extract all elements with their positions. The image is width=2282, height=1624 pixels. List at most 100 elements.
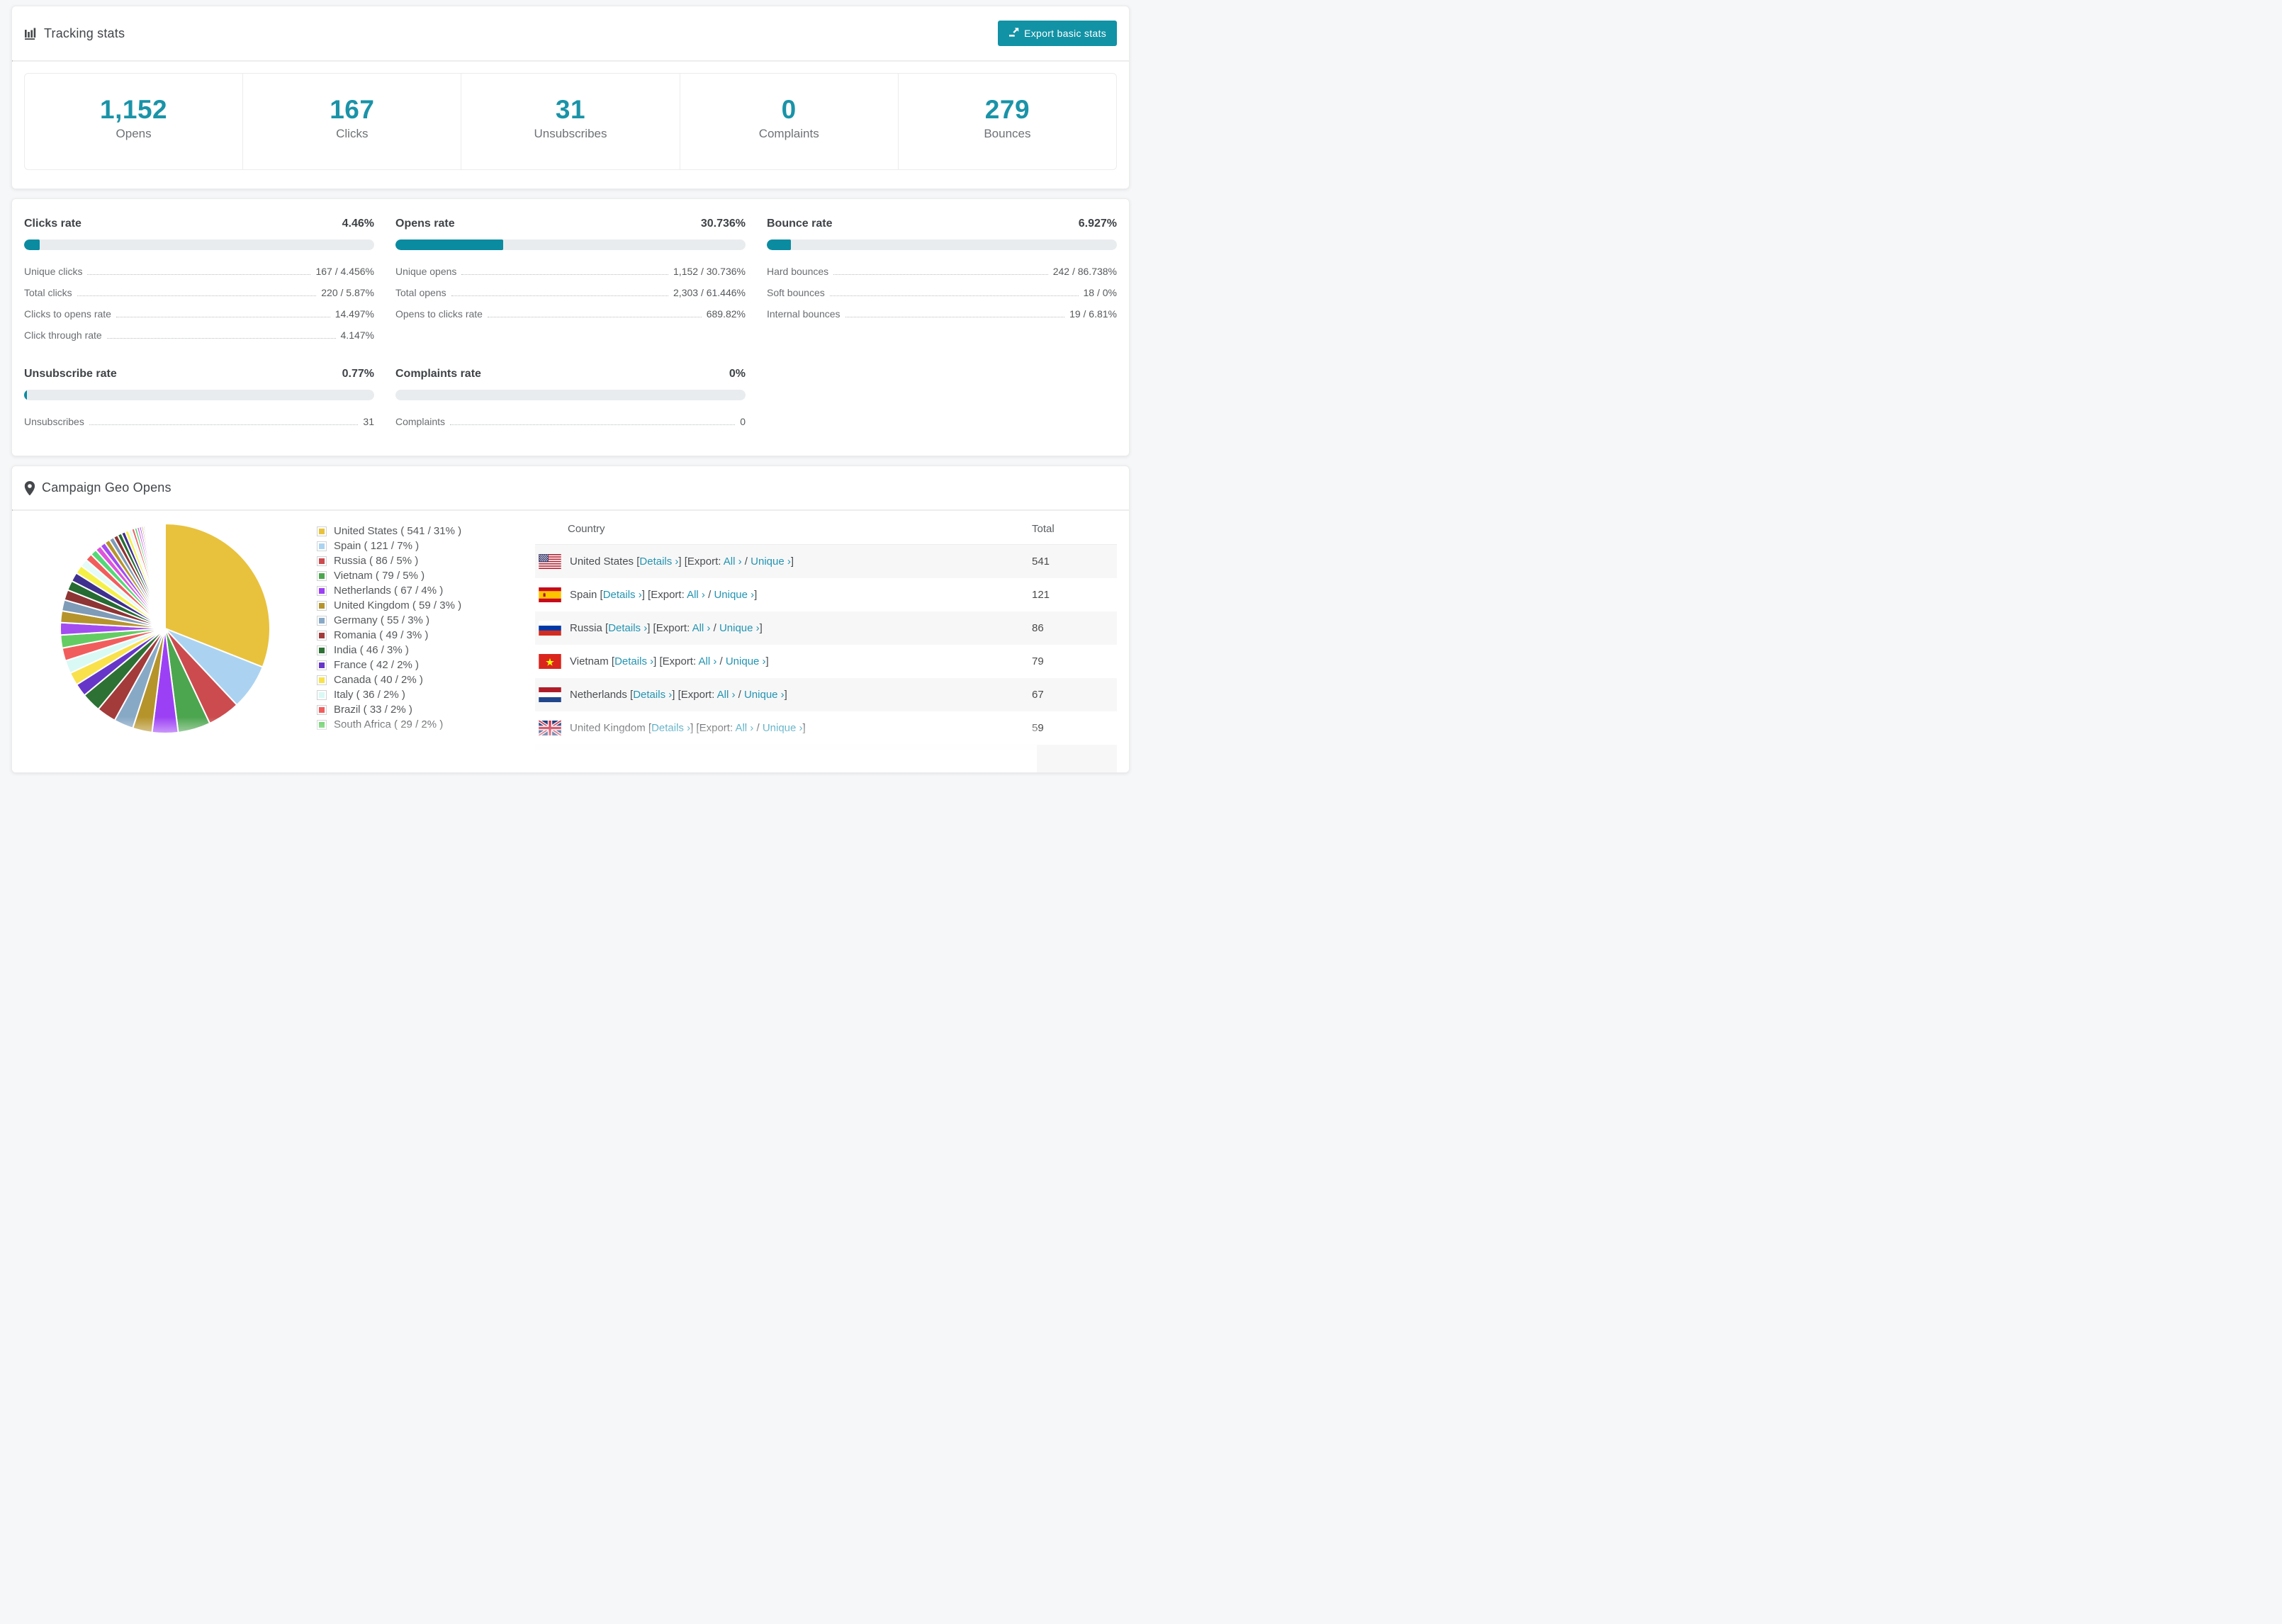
table-row-spain: Spain [Details ›] [Export: All › / Uniqu… bbox=[535, 578, 1117, 611]
export-unique-link[interactable]: Unique › bbox=[714, 589, 754, 601]
geo-table-header: Country Total bbox=[535, 514, 1117, 545]
legend-swatch bbox=[317, 630, 327, 641]
rate-title: Unsubscribe rate bbox=[24, 368, 117, 380]
country-links: United Kingdom [Details ›] [Export: All … bbox=[570, 722, 806, 734]
summary-value-complaints: 0 bbox=[781, 95, 797, 124]
export-all-link[interactable]: All › bbox=[687, 589, 705, 601]
rate-rows: Unsubscribes 31 bbox=[24, 416, 374, 427]
map-pin-icon bbox=[24, 480, 35, 495]
rate-row-complaints: Complaints 0 bbox=[395, 416, 746, 427]
legend-item-united-states: United States ( 541 / 31% ) bbox=[317, 524, 495, 538]
summary-cell-bounces: 279 Bounces bbox=[899, 74, 1116, 169]
details-link[interactable]: Details › bbox=[603, 589, 642, 601]
legend-item-india: India ( 46 / 3% ) bbox=[317, 643, 495, 658]
export-prefix: Export: bbox=[687, 556, 724, 568]
total-cell: 59 bbox=[1032, 722, 1044, 734]
summary-value-opens: 1,152 bbox=[100, 95, 168, 124]
rate-title: Clicks rate bbox=[24, 218, 82, 230]
table-row-vietnam: Vietnam [Details ›] [Export: All › / Uni… bbox=[535, 645, 1117, 678]
tracking-stats-body: 1,152 Opens 167 Clicks 31 Unsubscribes 0 Compla… bbox=[12, 62, 1129, 188]
export-prefix: Export: bbox=[699, 722, 736, 734]
legend-label: France ( 42 / 2% ) bbox=[334, 659, 420, 671]
dotted-leader bbox=[77, 295, 317, 296]
progress-bar-fill bbox=[24, 239, 40, 250]
rate-row-label: Hard bounces bbox=[767, 266, 829, 277]
table-row-partial bbox=[535, 745, 1117, 772]
details-link[interactable]: Details › bbox=[651, 722, 690, 734]
country-cell bbox=[535, 754, 1032, 769]
legend-item-russia: Russia ( 86 / 5% ) bbox=[317, 553, 495, 568]
summary-label-opens: Opens bbox=[116, 127, 152, 140]
rate-row-click-through-rate: Click through rate 4.147% bbox=[24, 329, 374, 341]
legend-item-france: France ( 42 / 2% ) bbox=[317, 658, 495, 672]
export-all-link[interactable]: All › bbox=[717, 689, 736, 701]
legend-item-spain: Spain ( 121 / 7% ) bbox=[317, 538, 495, 553]
rate-row-total-opens: Total opens 2,303 / 61.446% bbox=[395, 287, 746, 298]
total-cell: 67 bbox=[1032, 689, 1044, 701]
rate-row-value: 0 bbox=[740, 416, 746, 427]
russia-flag-icon bbox=[539, 621, 561, 636]
tracking-stats-page: Tracking stats Export basic stats 1,152 O… bbox=[0, 0, 1141, 773]
rate-row-label: Opens to clicks rate bbox=[395, 308, 483, 320]
geo-pie-chart bbox=[59, 522, 271, 735]
rate-row-value: 220 / 5.87% bbox=[321, 287, 374, 298]
export-unique-link[interactable]: Unique › bbox=[719, 622, 760, 634]
rate-row-label: Total opens bbox=[395, 287, 446, 298]
rate-row-value: 19 / 6.81% bbox=[1069, 308, 1117, 320]
rate-row-unique-clicks: Unique clicks 167 / 4.456% bbox=[24, 266, 374, 277]
rate-row-label: Complaints bbox=[395, 416, 446, 427]
rates-card: Clicks rate 4.46% Unique clicks 167 / 4.456… bbox=[11, 198, 1130, 456]
export-all-link[interactable]: All › bbox=[735, 722, 753, 734]
legend-item-netherlands: Netherlands ( 67 / 4% ) bbox=[317, 583, 495, 598]
legend-swatch bbox=[317, 526, 327, 536]
export-unique-link[interactable]: Unique › bbox=[763, 722, 803, 734]
rate-rows: Unique opens 1,152 / 30.736% Total opens 2,… bbox=[395, 266, 746, 320]
legend-swatch bbox=[317, 689, 327, 700]
rates-grid: Clicks rate 4.46% Unique clicks 167 / 4.456… bbox=[12, 199, 1129, 456]
legend-label: United Kingdom ( 59 / 3% ) bbox=[334, 599, 462, 611]
rate-value: 4.46% bbox=[342, 218, 374, 230]
export-all-link[interactable]: All › bbox=[692, 622, 711, 634]
dotted-leader bbox=[89, 424, 359, 425]
export-button-label: Export basic stats bbox=[1024, 28, 1106, 39]
export-prefix: Export: bbox=[656, 622, 692, 634]
legend-item-vietnam: Vietnam ( 79 / 5% ) bbox=[317, 568, 495, 583]
rate-head: Unsubscribe rate 0.77% bbox=[24, 368, 374, 380]
export-unique-link[interactable]: Unique › bbox=[726, 655, 766, 667]
rate-row-label: Total clicks bbox=[24, 287, 72, 298]
summary-value-clicks: 167 bbox=[330, 95, 375, 124]
rate-row-value: 2,303 / 61.446% bbox=[673, 287, 746, 298]
legend-label: India ( 46 / 3% ) bbox=[334, 644, 409, 656]
column-header-total: Total bbox=[1032, 523, 1055, 535]
legend-swatch bbox=[317, 675, 327, 685]
rate-rows: Complaints 0 bbox=[395, 416, 746, 427]
country-cell: United Kingdom [Details ›] [Export: All … bbox=[535, 721, 1032, 735]
legend-item-germany: Germany ( 55 / 3% ) bbox=[317, 613, 495, 628]
legend-swatch bbox=[317, 615, 327, 626]
table-row-russia: Russia [Details ›] [Export: All › / Uniq… bbox=[535, 611, 1117, 645]
legend-label: Germany ( 55 / 3% ) bbox=[334, 614, 430, 626]
rate-row-total-clicks: Total clicks 220 / 5.87% bbox=[24, 287, 374, 298]
column-header-country: Country bbox=[568, 523, 605, 535]
details-link[interactable]: Details › bbox=[633, 689, 672, 701]
details-link[interactable]: Details › bbox=[608, 622, 647, 634]
export-unique-link[interactable]: Unique › bbox=[744, 689, 785, 701]
rate-value: 0.77% bbox=[342, 368, 374, 380]
export-all-link[interactable]: All › bbox=[724, 556, 742, 568]
country-links: Vietnam [Details ›] [Export: All › / Uni… bbox=[570, 655, 769, 667]
export-basic-stats-button[interactable]: Export basic stats bbox=[998, 21, 1117, 46]
legend-swatch bbox=[317, 704, 327, 715]
country-cell: Spain [Details ›] [Export: All › / Uniqu… bbox=[535, 587, 1032, 602]
geo-pie-legend: United States ( 541 / 31% ) Spain ( 121 /… bbox=[317, 524, 495, 772]
summary-value-unsubscribes: 31 bbox=[555, 95, 586, 124]
legend-label: Spain ( 121 / 7% ) bbox=[334, 540, 420, 552]
rate-row-value: 1,152 / 30.736% bbox=[673, 266, 746, 277]
export-prefix: Export: bbox=[662, 655, 699, 667]
tracking-stats-title-text: Tracking stats bbox=[44, 26, 125, 40]
rate-row-opens-to-clicks-rate: Opens to clicks rate 689.82% bbox=[395, 308, 746, 320]
export-all-link[interactable]: All › bbox=[698, 655, 716, 667]
table-row-netherlands: Netherlands [Details ›] [Export: All › /… bbox=[535, 678, 1117, 711]
details-link[interactable]: Details › bbox=[614, 655, 653, 667]
export-unique-link[interactable]: Unique › bbox=[751, 556, 791, 568]
details-link[interactable]: Details › bbox=[639, 556, 678, 568]
